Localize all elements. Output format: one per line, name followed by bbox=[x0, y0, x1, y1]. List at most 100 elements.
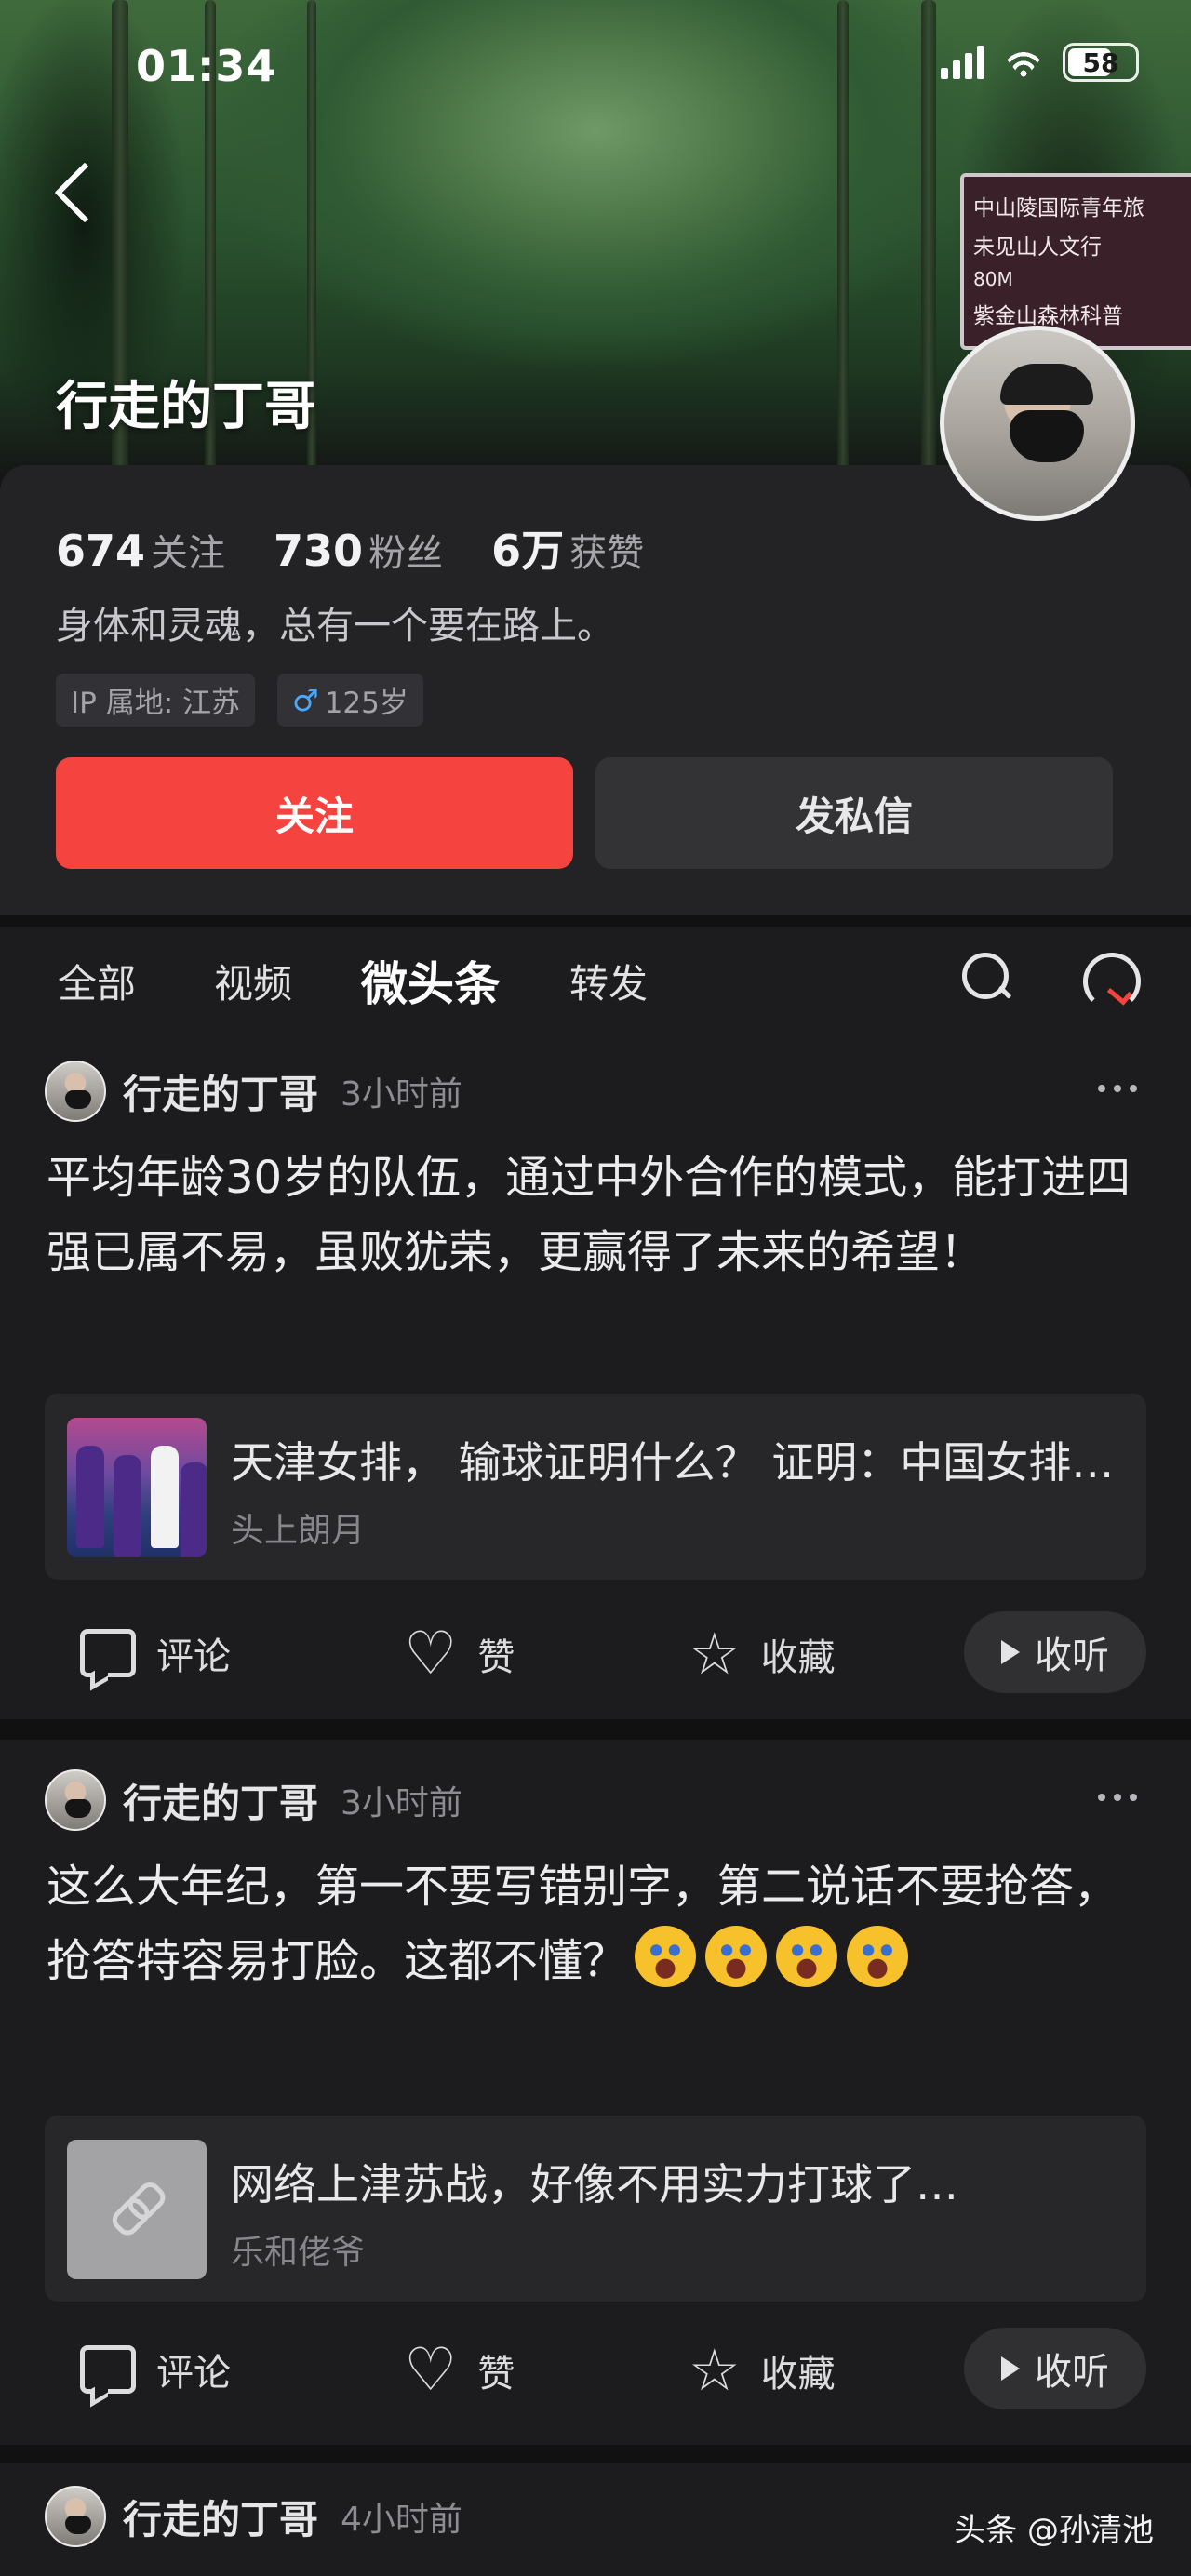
post-time: 4小时前 bbox=[341, 2501, 462, 2539]
collect-button[interactable]: ☆ 收藏 bbox=[689, 1620, 836, 1688]
profile-tags: IP 属地: 江苏 ♂ 125岁 bbox=[56, 674, 423, 727]
collect-button[interactable]: ☆ 收藏 bbox=[689, 2336, 836, 2404]
tab-reposts[interactable]: 转发 bbox=[569, 953, 648, 1009]
post-author[interactable]: 行走的丁哥 bbox=[123, 2489, 318, 2545]
signal-icon bbox=[941, 46, 984, 79]
profile-stats: 674 关注 730 粉丝 6万 获赞 bbox=[56, 517, 644, 579]
play-icon bbox=[1001, 2356, 1020, 2381]
listen-button[interactable]: 收听 bbox=[964, 2328, 1146, 2409]
post-text-block[interactable]: 这么大年纪，第一不要写错别字，第二说话不要抢答，抢答特容易打脸。这都不懂？ bbox=[47, 1849, 1135, 1998]
comment-icon bbox=[80, 2345, 136, 2394]
author-avatar[interactable] bbox=[45, 1061, 106, 1122]
watermark: 头条 @孙清池 bbox=[954, 2512, 1154, 2549]
tab-all[interactable]: 全部 bbox=[58, 953, 136, 1009]
male-icon: ♂ bbox=[292, 682, 319, 718]
tree-trunk bbox=[921, 0, 936, 484]
sign-line: 紫金山森林科普 bbox=[973, 304, 1123, 328]
like-label: 赞 bbox=[477, 2353, 515, 2396]
like-label: 赞 bbox=[477, 1636, 515, 1679]
like-button[interactable]: ♡ 赞 bbox=[404, 1620, 515, 1688]
tab-micro-posts[interactable]: 微头条 bbox=[361, 947, 501, 1014]
status-icons: 58 bbox=[941, 43, 1139, 82]
post-header: 行走的丁哥 3小时前 bbox=[45, 1059, 462, 1124]
comment-icon bbox=[80, 1629, 136, 1677]
sign-line: 未见山人文行 bbox=[973, 235, 1102, 260]
post-time: 3小时前 bbox=[341, 1784, 462, 1822]
comment-label: 评论 bbox=[156, 2352, 231, 2395]
stat-followers[interactable]: 730 粉丝 bbox=[274, 523, 443, 577]
listen-button[interactable]: 收听 bbox=[964, 1611, 1146, 1693]
stat-label: 获赞 bbox=[569, 532, 645, 575]
content-tabs: 全部 视频 微头条 转发 bbox=[0, 927, 1191, 1031]
author-avatar[interactable] bbox=[45, 1769, 106, 1831]
post-text: 这么大年纪，第一不要写错别字，第二说话不要抢答，抢答特容易打脸。这都不懂？ bbox=[47, 1861, 1119, 1987]
wifi-icon bbox=[999, 44, 1048, 81]
post-author[interactable]: 行走的丁哥 bbox=[123, 1063, 318, 1120]
stat-number: 674 bbox=[56, 526, 146, 576]
post-author[interactable]: 行走的丁哥 bbox=[123, 1772, 318, 1829]
article-title: 天津女排， 输球证明什么？ 证明：中国女排… bbox=[231, 1437, 1115, 1488]
age-text: 125岁 bbox=[324, 687, 408, 720]
back-icon[interactable] bbox=[45, 158, 97, 223]
article-thumbnail bbox=[67, 2140, 207, 2279]
message-button[interactable]: 发私信 bbox=[596, 757, 1113, 869]
sign-line: 中山陵国际青年旅 bbox=[973, 196, 1144, 220]
ip-location-tag: IP 属地: 江苏 bbox=[56, 674, 255, 727]
search-icon[interactable] bbox=[958, 949, 1014, 1005]
comment-button[interactable]: 评论 bbox=[80, 2342, 231, 2396]
article-source: 头上朗月 bbox=[231, 1512, 366, 1550]
profile-bio: 身体和灵魂，总有一个要在路上。 bbox=[56, 605, 614, 647]
battery-level: 58 bbox=[1082, 47, 1119, 78]
stat-number: 6万 bbox=[491, 526, 565, 576]
battery-icon: 58 bbox=[1063, 43, 1139, 82]
post-header: 行走的丁哥 3小时前 bbox=[45, 1768, 462, 1833]
road-sign: 中山陵国际青年旅 未见山人文行 80M 紫金山森林科普 bbox=[960, 173, 1191, 350]
profile-card: 674 关注 730 粉丝 6万 获赞 身体和灵魂，总有一个要在路上。 IP 属… bbox=[0, 465, 1191, 915]
feed-post: 行走的丁哥 3小时前 这么大年纪，第一不要写错别字，第二说话不要抢答，抢答特容易… bbox=[0, 1740, 1191, 2445]
post-more-icon[interactable] bbox=[1098, 1085, 1137, 1092]
listen-label: 收听 bbox=[1035, 1635, 1109, 1677]
comment-label: 评论 bbox=[156, 1635, 231, 1678]
listen-label: 收听 bbox=[1035, 2351, 1109, 2394]
referenced-article[interactable]: 网络上津苏战，好像不用实力打球了… 乐和佬爷 bbox=[45, 2116, 1146, 2302]
post-text[interactable]: 平均年龄30岁的队伍，通过中外合作的模式，能打进四强已属不易，虽败犹荣，更赢得了… bbox=[47, 1141, 1135, 1289]
sign-distance: 80M bbox=[973, 268, 1013, 290]
tree-trunk bbox=[837, 0, 849, 484]
post-header: 行走的丁哥 4小时前 bbox=[45, 2484, 462, 2549]
stat-likes[interactable]: 6万 获赞 bbox=[491, 517, 644, 579]
feed-post: 行走的丁哥 3小时前 平均年龄30岁的队伍，通过中外合作的模式，能打进四强已属不… bbox=[0, 1031, 1191, 1719]
age-tag: ♂ 125岁 bbox=[277, 674, 423, 727]
star-icon: ☆ bbox=[689, 1620, 741, 1688]
profile-avatar[interactable] bbox=[940, 326, 1135, 521]
status-time: 01:34 bbox=[136, 41, 277, 91]
link-icon bbox=[98, 2170, 177, 2249]
author-avatar[interactable] bbox=[45, 2486, 106, 2547]
heart-icon: ♡ bbox=[404, 2336, 458, 2405]
collect-label: 收藏 bbox=[760, 2353, 836, 2396]
referenced-article[interactable]: 天津女排， 输球证明什么？ 证明：中国女排… 头上朗月 bbox=[45, 1394, 1146, 1580]
heart-icon: ♡ bbox=[404, 1620, 458, 1688]
post-actions: 评论 ♡ 赞 ☆ 收藏 收听 bbox=[0, 2322, 1191, 2415]
follow-button[interactable]: 关注 bbox=[56, 757, 573, 869]
tab-video[interactable]: 视频 bbox=[214, 953, 292, 1009]
post-time: 3小时前 bbox=[341, 1075, 462, 1114]
stat-label: 粉丝 bbox=[368, 532, 444, 575]
article-thumbnail bbox=[67, 1418, 207, 1557]
article-source: 乐和佬爷 bbox=[231, 2234, 366, 2272]
play-icon bbox=[1001, 1640, 1020, 1664]
like-button[interactable]: ♡ 赞 bbox=[404, 2336, 515, 2405]
laughing-crying-emoji-icon bbox=[705, 1926, 768, 1987]
profile-name: 行走的丁哥 bbox=[56, 377, 316, 437]
collect-label: 收藏 bbox=[760, 1636, 836, 1679]
stat-number: 730 bbox=[274, 526, 364, 576]
star-icon: ☆ bbox=[689, 2336, 741, 2404]
comment-button[interactable]: 评论 bbox=[80, 1626, 231, 1680]
ip-location-text: IP 属地: 江苏 bbox=[71, 687, 240, 720]
post-actions: 评论 ♡ 赞 ☆ 收藏 收听 bbox=[0, 1606, 1191, 1699]
laughing-crying-emoji-icon bbox=[776, 1926, 838, 1987]
post-more-icon[interactable] bbox=[1098, 1794, 1137, 1801]
laughing-crying-emoji-icon bbox=[635, 1926, 697, 1987]
stat-following[interactable]: 674 关注 bbox=[56, 523, 225, 577]
headphones-icon[interactable] bbox=[1077, 949, 1141, 1010]
article-title: 网络上津苏战，好像不用实力打球了… bbox=[231, 2159, 958, 2209]
